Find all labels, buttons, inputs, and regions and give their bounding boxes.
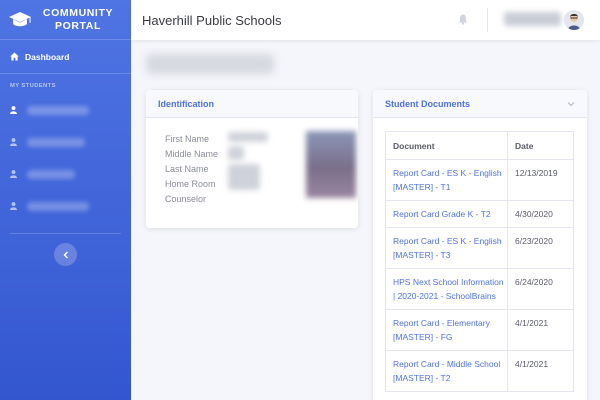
chevron-down-icon[interactable]	[567, 101, 575, 107]
graduation-cap-icon	[9, 11, 31, 26]
document-link[interactable]: Report Card - ES K - English [MASTER] - …	[385, 227, 508, 269]
student-name-redacted	[27, 137, 85, 147]
user-icon	[10, 202, 17, 210]
table-row: Report Card - ES K - English [MASTER] - …	[385, 159, 574, 201]
column-header-document: Document	[385, 131, 508, 160]
document-link[interactable]: HPS Next School Information | 2020-2021 …	[385, 268, 508, 310]
document-date: 6/24/2020	[507, 268, 574, 310]
middle-name-value-redacted	[228, 146, 244, 160]
student-heading-redacted	[146, 54, 274, 74]
student-photo	[306, 131, 356, 198]
label-counselor: Counselor	[165, 194, 207, 204]
label-middle-name: Middle Name	[165, 149, 219, 159]
document-date: 12/13/2019	[507, 159, 574, 201]
user-icon	[10, 106, 17, 114]
sidebar: COMMUNITY PORTAL Dashboard MY STUDENTS	[0, 0, 131, 400]
brand-text: COMMUNITY PORTAL	[38, 7, 118, 33]
label-last-name: Last Name	[165, 164, 209, 174]
topbar: Haverhill Public Schools	[131, 0, 600, 40]
brand[interactable]: COMMUNITY PORTAL	[0, 0, 131, 40]
identification-labels: First Name Middle Name Last Name Home Ro…	[165, 132, 218, 207]
documents-card-header[interactable]: Student Documents	[373, 90, 587, 118]
identification-card: Identification First Name Middle Name La…	[146, 90, 358, 228]
table-row: Report Card - Middle School [MASTER] - T…	[385, 350, 574, 392]
table-row: Report Card - ES K - English [MASTER] - …	[385, 227, 574, 269]
sidebar-item-student[interactable]	[0, 94, 131, 126]
sidebar-item-student[interactable]	[0, 190, 131, 222]
document-date: 4/30/2020	[507, 200, 574, 228]
column-header-date: Date	[507, 131, 574, 160]
chevron-left-icon	[63, 251, 68, 258]
user-name-redacted[interactable]	[504, 12, 561, 26]
documents-table: Document Date Report Card - ES K - Engli…	[385, 131, 574, 392]
student-name-redacted	[27, 201, 89, 211]
document-link[interactable]: Report Card Grade K - T2	[385, 200, 508, 228]
table-row: Report Card - Elementary [MASTER] - FG 4…	[385, 309, 574, 351]
identification-card-title: Identification	[146, 90, 358, 118]
home-icon	[10, 52, 19, 61]
user-icon	[10, 170, 17, 178]
avatar[interactable]	[564, 10, 584, 30]
brand-line-2: PORTAL	[55, 19, 101, 32]
document-date: 4/1/2021	[507, 350, 574, 392]
user-icon	[10, 138, 17, 146]
student-name-redacted	[27, 169, 75, 179]
label-first-name: First Name	[165, 134, 210, 144]
sidebar-section-label: MY STUDENTS	[10, 83, 56, 89]
first-name-value-redacted	[228, 132, 268, 142]
sidebar-collapse-button[interactable]	[54, 243, 77, 266]
sidebar-divider	[10, 233, 121, 234]
documents-card-title: Student Documents	[385, 98, 471, 109]
student-name-redacted	[27, 105, 89, 115]
brand-line-1: COMMUNITY	[42, 6, 114, 19]
bell-icon[interactable]	[458, 14, 468, 25]
sidebar-item-label: Dashboard	[25, 51, 70, 62]
topbar-divider	[487, 8, 488, 32]
sidebar-item-student[interactable]	[0, 158, 131, 190]
document-link[interactable]: Report Card - ES K - English [MASTER] - …	[385, 159, 508, 201]
document-link[interactable]: Report Card - Middle School [MASTER] - T…	[385, 350, 508, 392]
page-title: Haverhill Public Schools	[142, 12, 282, 28]
document-date: 6/23/2020	[507, 227, 574, 269]
document-date: 4/1/2021	[507, 309, 574, 351]
student-documents-card: Student Documents Document Date Report C…	[373, 90, 587, 400]
sidebar-item-student[interactable]	[0, 126, 131, 158]
label-home-room: Home Room	[165, 179, 216, 189]
sidebar-item-dashboard[interactable]: Dashboard	[0, 40, 131, 74]
table-header-row: Document Date	[385, 131, 574, 160]
document-link[interactable]: Report Card - Elementary [MASTER] - FG	[385, 309, 508, 351]
user-avatar-icon	[564, 10, 584, 30]
table-row: Report Card Grade K - T2 4/30/2020	[385, 200, 574, 228]
table-row: HPS Next School Information | 2020-2021 …	[385, 268, 574, 310]
last-name-value-redacted	[228, 164, 260, 190]
